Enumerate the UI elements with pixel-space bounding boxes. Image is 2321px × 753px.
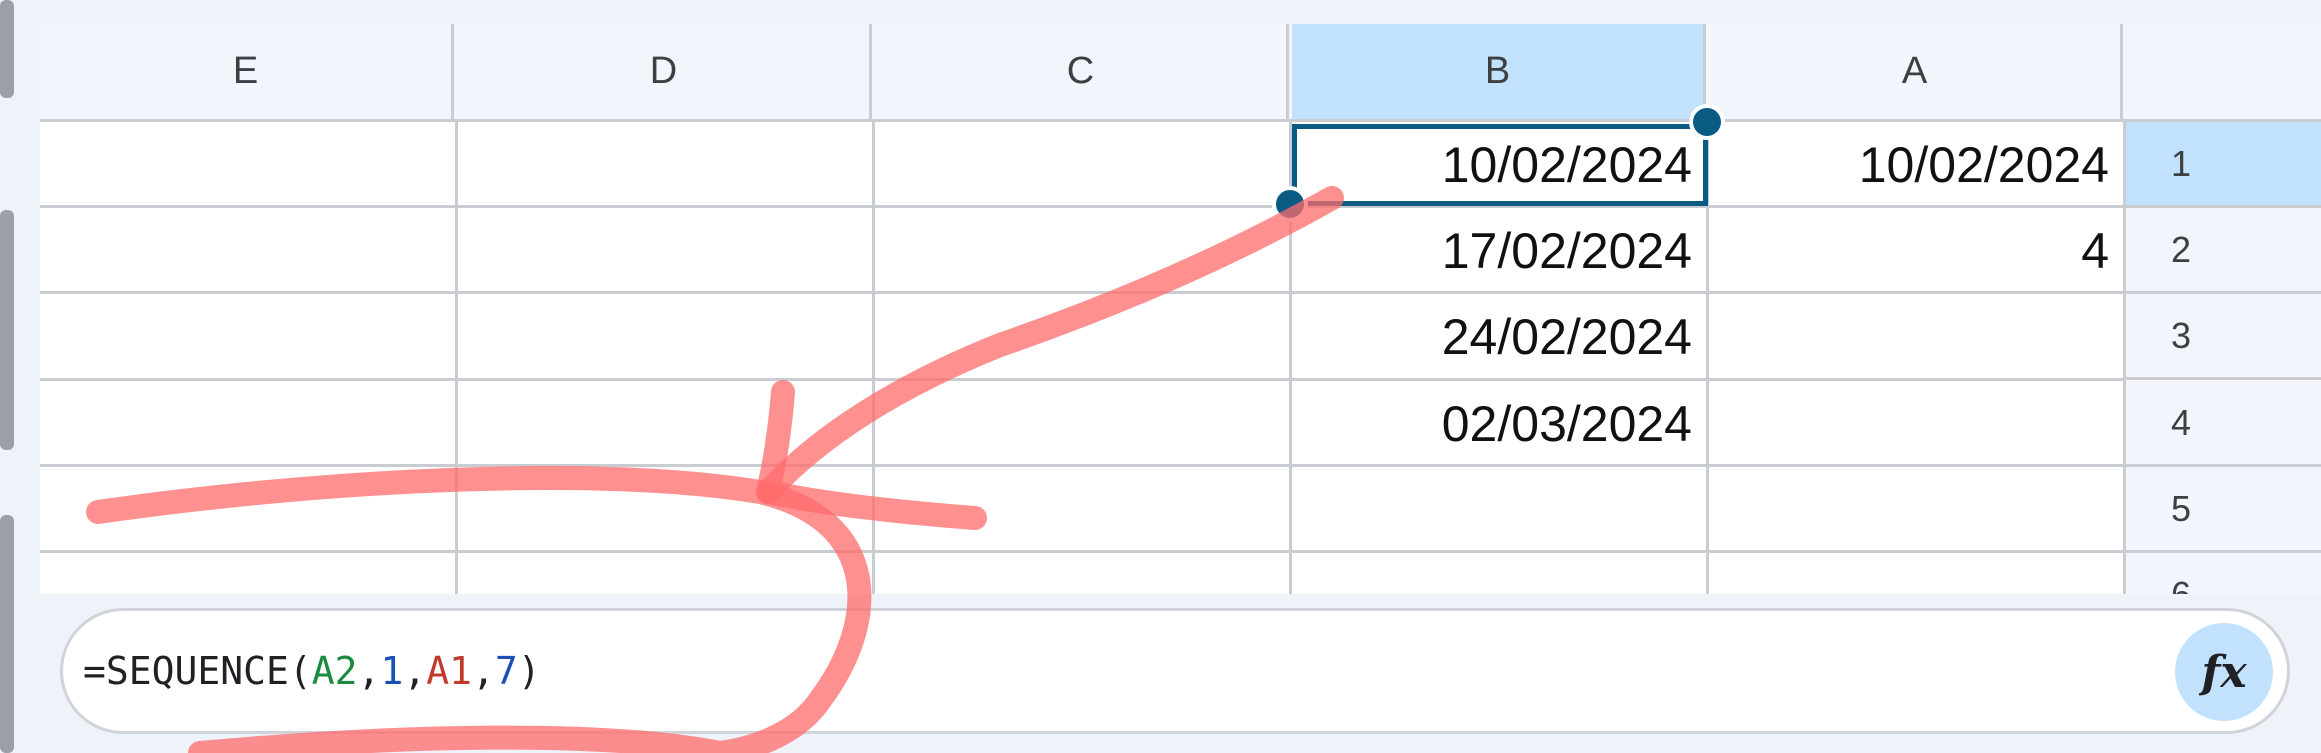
formula-token: , (403, 649, 427, 693)
selection-handle-bottom-left[interactable] (1272, 186, 1308, 222)
formula-ref-a1: A1 (426, 649, 472, 693)
row-header-1[interactable]: 1 (2125, 122, 2321, 208)
formula-number: 7 (494, 649, 518, 693)
row-header-6[interactable]: 6 (2125, 553, 2321, 594)
left-scroll-indicator-bottom (0, 515, 14, 753)
column-header-a[interactable]: A (1709, 24, 2123, 119)
grid-line (455, 119, 458, 594)
cell-a1[interactable]: 10/02/2024 (1709, 122, 2123, 208)
left-scroll-indicator-middle (0, 210, 14, 450)
row-header-2[interactable]: 2 (2125, 208, 2321, 294)
left-scroll-indicator-top (0, 0, 14, 98)
column-header-row: E D C B A (40, 24, 2321, 122)
cell-b4[interactable]: 02/03/2024 (1292, 381, 1706, 467)
formula-token: ) (517, 649, 541, 693)
cell-a2[interactable]: 4 (1709, 208, 2123, 294)
formula-input[interactable]: =SEQUENCE(A2, 1, A1, 7) (83, 611, 541, 731)
grid-line (40, 378, 2125, 381)
row-header-4[interactable]: 4 (2125, 381, 2321, 467)
column-header-c[interactable]: C (875, 24, 1289, 119)
grid-line (872, 119, 875, 594)
selection-handle-top-right[interactable] (1689, 104, 1725, 140)
column-header-b[interactable]: B (1292, 24, 1706, 119)
column-header-e[interactable]: E (40, 24, 454, 119)
cell-b2[interactable]: 17/02/2024 (1292, 208, 1706, 294)
grid-line (2123, 119, 2126, 594)
formula-token: , (471, 649, 495, 693)
formula-token: =SEQUENCE( (83, 649, 312, 693)
grid-line (40, 550, 2125, 553)
formula-token: , (357, 649, 381, 693)
row-header-3[interactable]: 3 (2125, 294, 2321, 380)
grid-line (40, 464, 2125, 467)
column-header-d[interactable]: D (458, 24, 872, 119)
formula-ref-a2: A2 (311, 649, 358, 693)
fx-icon: fx (2201, 646, 2247, 698)
cell-b3[interactable]: 24/02/2024 (1292, 294, 1706, 380)
row-header-5[interactable]: 5 (2125, 467, 2321, 553)
header-corner (2125, 24, 2321, 122)
formula-bar[interactable]: =SEQUENCE(A2, 1, A1, 7) fx (60, 608, 2290, 734)
cell-selection-border (1292, 124, 1708, 206)
spreadsheet-grid[interactable]: E D C B A 1 2 3 4 5 6 10/02/2024 10/02/2… (40, 24, 2321, 594)
formula-number: 1 (380, 649, 404, 693)
fx-button[interactable]: fx (2175, 623, 2273, 721)
